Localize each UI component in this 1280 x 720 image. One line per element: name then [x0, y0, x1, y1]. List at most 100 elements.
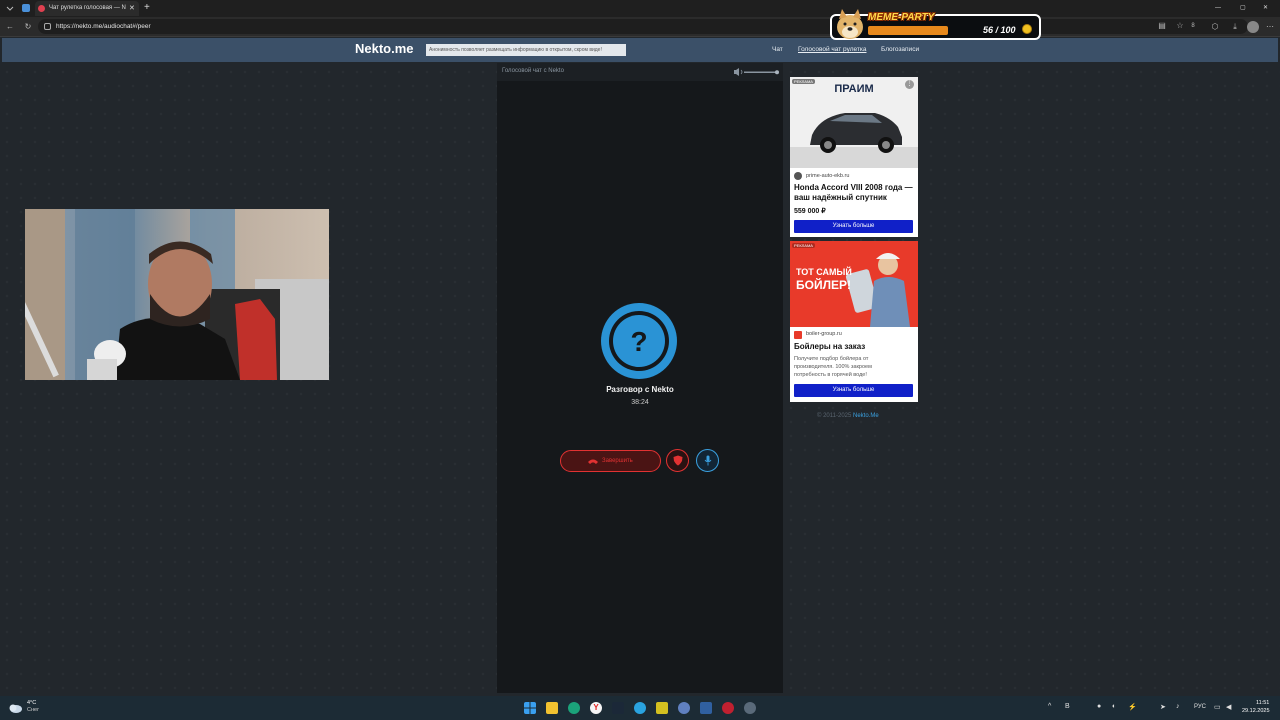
notice-banner: Анонимность позволяет размещать информац… [426, 44, 626, 56]
microphone-icon [704, 455, 712, 466]
nav-blog-link[interactable]: Блогозаписи [881, 46, 919, 53]
nav-voice-chat-link[interactable]: Голосовой чат рулетка [798, 46, 866, 53]
site-info-icon[interactable] [44, 23, 51, 30]
ad-domain[interactable]: prime-auto-ekb.ru [806, 173, 849, 179]
tray-steam-icon[interactable]: ◐ [1112, 703, 1116, 710]
ad-site-favicon-icon [794, 172, 802, 180]
app-icon[interactable] [722, 702, 734, 714]
language-indicator[interactable]: РУС [1194, 704, 1206, 710]
windows-taskbar: 4°C Снег Y ^ B ● ◐ ⚡ ➤ ♪ РУС ▭ ◀ 11:51 2… [0, 696, 1280, 720]
volume-fill [744, 71, 777, 73]
new-tab-button[interactable]: + [144, 1, 154, 16]
tray-app-icon[interactable]: ⚡ [1128, 703, 1137, 711]
ad-badge: РЕКЛАМА [792, 243, 815, 248]
menu-icon[interactable]: ⋯ [1264, 21, 1276, 33]
ad-card-car[interactable]: ПРАИМ РЕКЛАМА ⋮ prime-auto-ekb.ru Honda … [790, 77, 918, 237]
page-content: Nekto.me Анонимность позволяет размещать… [0, 37, 1280, 696]
volume-slider-handle[interactable] [775, 70, 779, 75]
shield-icon [673, 455, 683, 466]
tray-b-icon[interactable]: B [1065, 703, 1070, 710]
weather-description[interactable]: Снег [27, 707, 39, 713]
browser-toolbar: ← ↻ https://nekto.me/audiochat#/peer ▤ ☆… [0, 17, 1280, 37]
telegram-icon[interactable] [634, 702, 646, 714]
extensions-icon[interactable]: ⬡ [1209, 21, 1221, 33]
app-icon[interactable] [678, 702, 690, 714]
doge-icon [837, 9, 863, 39]
ad-card-boiler[interactable]: ТОТ САМЫЙ БОЙЛЕР! РЕКЛАМА boiler-group.r… [790, 241, 918, 402]
site-navbar: Nekto.me Анонимность позволяет размещать… [2, 38, 1278, 62]
volume-icon[interactable]: ◀ [1226, 703, 1231, 711]
close-tab-icon[interactable]: ✕ [129, 1, 135, 16]
edge-browser-icon[interactable] [568, 702, 580, 714]
ad-brand-logo: ПРАИМ [834, 83, 873, 95]
weather-temperature[interactable]: 4°C [27, 700, 36, 706]
chat-header: Голосовой чат с Nekto [497, 63, 783, 81]
coin-icon [1022, 24, 1032, 34]
chevron-down-icon [6, 6, 14, 11]
end-call-button[interactable]: Завершить [560, 450, 661, 472]
site-logo[interactable]: Nekto.me [355, 41, 414, 56]
clock-time[interactable]: 11:51 [1256, 700, 1269, 706]
file-explorer-icon[interactable] [546, 702, 558, 714]
tab-list-button[interactable] [4, 1, 16, 16]
ad-banner-line1: ТОТ САМЫЙ [796, 266, 852, 277]
reload-icon[interactable]: ↻ [22, 21, 34, 33]
tray-telegram-icon[interactable]: ➤ [1160, 703, 1166, 711]
windows-start-icon[interactable] [524, 702, 536, 714]
close-window-icon[interactable]: ✕ [1263, 1, 1273, 16]
footer-link[interactable]: Nekto.Me [853, 413, 879, 419]
ad-boiler-image: ТОТ САМЫЙ БОЙЛЕР! [790, 241, 918, 327]
ad-title[interactable]: Бойлеры на заказ [794, 342, 916, 352]
nekto-favicon-icon [38, 5, 45, 12]
clock-date[interactable]: 29.12.2025 [1242, 708, 1270, 714]
tab-title: Чат рулетка голосовая — N [49, 5, 126, 11]
ad-more-icon[interactable]: ⋮ [905, 80, 914, 89]
ad-car-image: ПРАИМ [790, 77, 918, 168]
webcam-feed [25, 209, 329, 380]
webcam-person-image [25, 209, 329, 380]
downloads-icon[interactable]: ⤓ [1229, 21, 1241, 33]
reader-icon[interactable]: ▤ [1156, 20, 1168, 32]
ad-title[interactable]: Honda Accord VIII 2008 года — ваш надёжн… [794, 183, 916, 203]
maximize-icon[interactable]: ▢ [1240, 1, 1250, 16]
back-icon[interactable]: ← [4, 21, 16, 33]
site-favicon-icon [22, 4, 30, 12]
ad-learn-more-button[interactable]: Узнать больше [794, 220, 913, 233]
question-mark-icon: ? [630, 326, 647, 357]
microphone-button[interactable] [696, 449, 719, 472]
nav-chat-link[interactable]: Чат [772, 46, 783, 53]
conversation-label: Разговор с Nekto [606, 385, 674, 394]
tray-app-icon[interactable]: ● [1097, 703, 1101, 710]
weather-cloud-icon[interactable] [8, 702, 22, 714]
site-footer: © 2011-2025 Nekto.Me [817, 413, 879, 419]
active-tab[interactable]: Чат рулетка голосовая — N ✕ [35, 1, 139, 16]
minimize-icon[interactable]: — [1215, 1, 1225, 16]
meme-party-title: MEME-PARTY [868, 12, 935, 23]
profile-avatar[interactable] [1247, 21, 1259, 33]
volume-control[interactable] [733, 67, 779, 77]
end-call-label: Завершить [602, 458, 633, 464]
app-icon[interactable] [656, 702, 668, 714]
settings-gear-icon[interactable] [744, 702, 756, 714]
voice-chat-panel: Голосовой чат с Nekto ? Разговор с Nekto… [497, 63, 783, 693]
chat-header-title: Голосовой чат с Nekto [502, 68, 564, 74]
network-icon[interactable]: ▭ [1214, 703, 1221, 711]
ad-description: Получите подбор бойлера от производителя… [794, 356, 872, 378]
ad-site-favicon-icon [794, 331, 802, 339]
meme-score: 56 / 100 [983, 25, 1016, 35]
ad-badge: РЕКЛАМА [792, 79, 815, 84]
ad-learn-more-button[interactable]: Узнать больше [794, 384, 913, 397]
block-user-button[interactable] [666, 449, 689, 472]
app-icon[interactable] [700, 702, 712, 714]
address-bar[interactable]: https://nekto.me/audiochat#/peer ▤ ☆ 8 [38, 19, 1248, 34]
ad-domain[interactable]: boiler-group.ru [806, 331, 842, 337]
hangup-phone-icon [588, 459, 598, 464]
tray-mic-icon[interactable]: ♪ [1176, 703, 1180, 710]
chevron-up-icon[interactable]: ^ [1048, 703, 1051, 710]
call-timer: 38:24 [631, 399, 649, 406]
steam-icon[interactable] [612, 702, 624, 714]
bookmark-star-icon[interactable]: ☆ [1174, 20, 1186, 32]
yandex-browser-icon[interactable]: Y [590, 702, 602, 714]
tab-count-badge[interactable]: 8 [1187, 20, 1199, 32]
pinned-tab[interactable] [22, 1, 32, 16]
